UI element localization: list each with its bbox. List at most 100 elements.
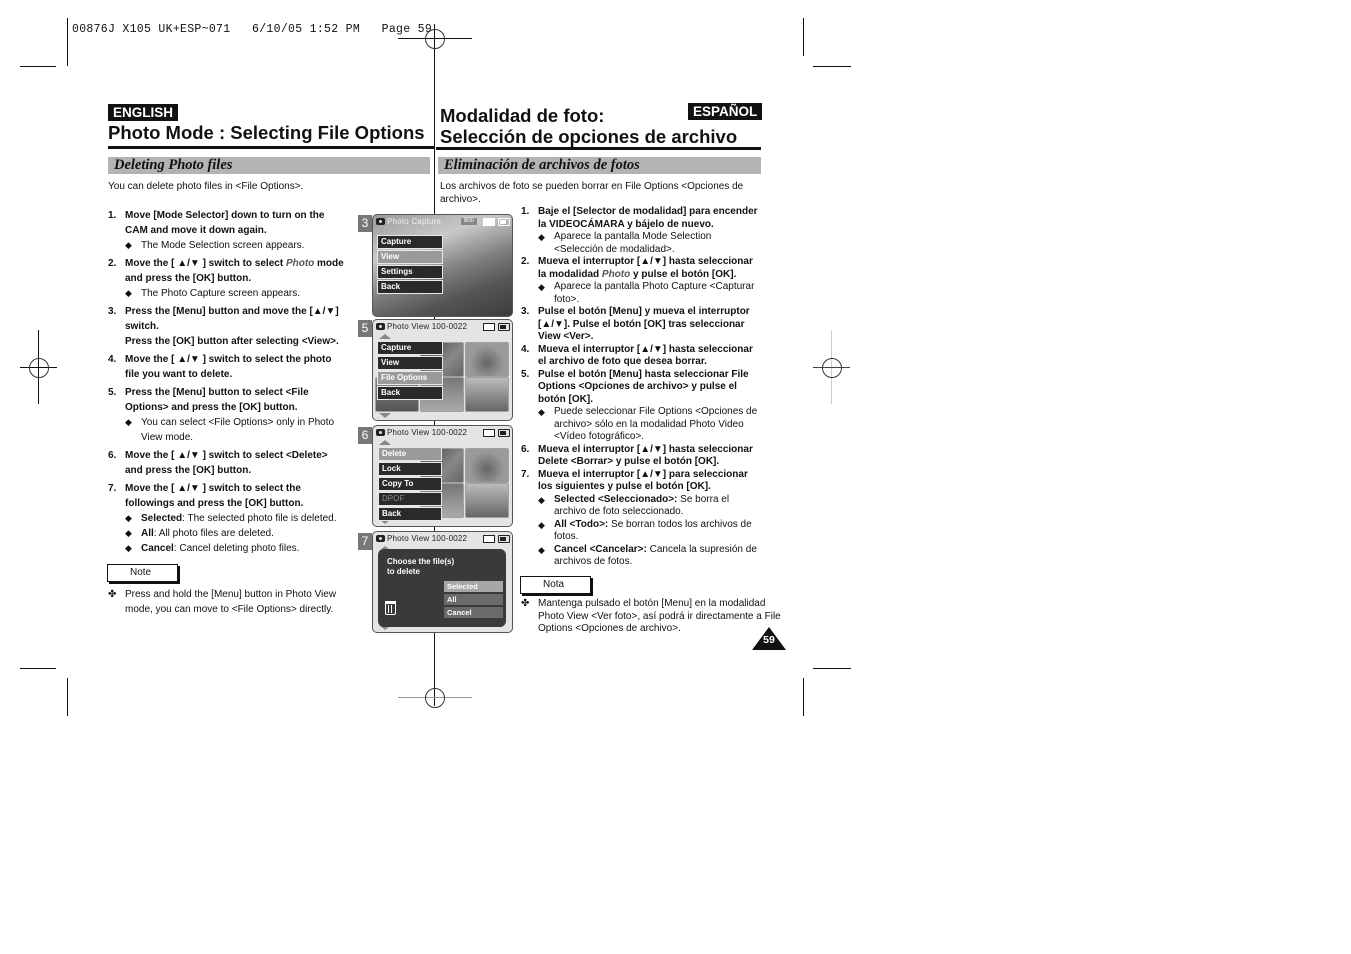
trash-icon bbox=[385, 601, 396, 615]
lcd-screen-photo-capture: Photo Capture 800 Capture View Settings … bbox=[372, 214, 513, 317]
section-heading-spanish: Eliminación de archivos de fotos bbox=[438, 157, 761, 174]
camera-icon bbox=[376, 535, 385, 542]
option-all[interactable]: All bbox=[444, 594, 503, 605]
battery-icon bbox=[498, 429, 510, 437]
step: 2. Mueva el interruptor [▲/▼] hasta sele… bbox=[521, 256, 763, 306]
title-rule bbox=[108, 146, 434, 149]
thumbnail[interactable] bbox=[465, 448, 509, 483]
step-note: ◆ Puede seleccionar File Options <Opcione… bbox=[538, 406, 758, 442]
step: 5. Pulse el botón [Menu] hasta seleccion… bbox=[521, 369, 763, 444]
thumbnail[interactable] bbox=[465, 377, 509, 412]
lcd-screen-photo-view: Photo View 100-0022 Capture View File Op… bbox=[372, 319, 513, 421]
thumbnail[interactable] bbox=[465, 342, 509, 377]
menu-item-capture[interactable]: Capture bbox=[377, 341, 443, 355]
step: 2. Move the [ ▲/▼ ] switch to select Pho… bbox=[108, 256, 348, 301]
crop-mark bbox=[803, 18, 804, 56]
lcd-header: Photo View 100-0022 bbox=[376, 534, 467, 543]
option-cancel[interactable]: Cancel bbox=[444, 607, 503, 618]
screen-number: 6 bbox=[358, 427, 372, 444]
menu-item-back[interactable]: Back bbox=[377, 386, 443, 400]
battery-icon bbox=[498, 535, 510, 543]
camera-icon bbox=[376, 323, 385, 330]
title-rule bbox=[436, 147, 761, 150]
crop-mark bbox=[67, 18, 68, 66]
memory-card-icon bbox=[483, 535, 495, 543]
page-title-english: Photo Mode : Selecting File Options bbox=[108, 122, 425, 143]
step: 7. Mueva el interruptor [▲/▼] para selec… bbox=[521, 469, 763, 569]
print-slug: 00876J X105 UK+ESP~071 6/10/05 1:52 PM P… bbox=[72, 23, 433, 36]
dialog-message: Choose the file(s) to delete bbox=[387, 557, 455, 576]
step-note: ◆ Selected <Seleccionado>: Se borra el ar… bbox=[538, 493, 730, 518]
step: 4. Move the [ ▲/▼ ] switch to select the… bbox=[108, 354, 332, 380]
step-note: ◆ Selected: The selected photo file is de… bbox=[125, 513, 337, 524]
lcd-header: Photo View 100-0022 bbox=[376, 428, 467, 437]
memory-card-icon bbox=[483, 218, 495, 226]
lcd-screen-delete-dialog: Photo View 100-0022 Choose the file(s) t… bbox=[372, 531, 513, 633]
step: 4. Mueva el interruptor [▲/▼] hasta sele… bbox=[521, 343, 753, 368]
crop-mark bbox=[813, 668, 851, 669]
step-note: ◆ Cancel <Cancelar>: Cancela la supresión… bbox=[538, 543, 757, 568]
step: 6. Mueva el interruptor [▲/▼] hasta sele… bbox=[521, 443, 753, 468]
battery-icon bbox=[498, 323, 510, 331]
menu-item-settings[interactable]: Settings bbox=[377, 265, 443, 279]
step: 7. Move the [ ▲/▼ ] switch to select the… bbox=[108, 481, 348, 556]
step: 3. Press the [Menu] button and move the … bbox=[108, 306, 339, 347]
note-text-spanish: ✤ Mantenga pulsado el botón [Menu] en la … bbox=[521, 598, 781, 634]
step: 5. Press the [Menu] button to select <Fi… bbox=[108, 385, 348, 445]
step: 1. Move [Mode Selector] down to turn on … bbox=[108, 208, 348, 253]
lcd-header: Photo View 100-0022 bbox=[376, 322, 467, 331]
lcd-screen-file-options: Photo View 100-0022 Delete Lock Copy To … bbox=[372, 425, 513, 527]
page-number: 59 bbox=[763, 634, 775, 646]
resolution-badge: 800 bbox=[461, 218, 477, 225]
menu-item-view[interactable]: View bbox=[377, 356, 443, 370]
step: 6. Move the [ ▲/▼ ] switch to select <De… bbox=[108, 450, 328, 476]
menu-item-file-options[interactable]: File Options bbox=[377, 371, 443, 385]
intro-english: You can delete photo files in <File Opti… bbox=[108, 181, 304, 192]
step-note: ◆ Cancel: Cancel deleting photo files. bbox=[125, 543, 300, 554]
menu-item-view[interactable]: View bbox=[377, 250, 443, 264]
screen-number: 7 bbox=[358, 533, 372, 550]
crop-mark bbox=[67, 678, 68, 716]
memory-card-icon bbox=[483, 323, 495, 331]
screen-number: 3 bbox=[358, 215, 372, 232]
menu-item-copy-to[interactable]: Copy To bbox=[378, 477, 442, 491]
step-note: ◆ All: All photo files are deleted. bbox=[125, 528, 274, 539]
crop-mark bbox=[803, 678, 804, 716]
lcd-menu: Capture View Settings Back bbox=[377, 235, 443, 295]
step-note: ◆ All <Todo>: Se borran todos los archivo… bbox=[538, 518, 752, 543]
steps-spanish: 1. Baje el [Selector de modalidad] para … bbox=[521, 206, 763, 569]
step-note: ◆ The Mode Selection screen appears. bbox=[125, 240, 305, 251]
memory-card-icon bbox=[483, 429, 495, 437]
menu-item-back[interactable]: Back bbox=[378, 507, 442, 521]
menu-item-delete[interactable]: Delete bbox=[378, 447, 442, 461]
menu-item-back[interactable]: Back bbox=[377, 280, 443, 294]
page-title-spanish: Modalidad de foto: Selección de opciones… bbox=[440, 105, 738, 147]
menu-item-capture[interactable]: Capture bbox=[377, 235, 443, 249]
scroll-down-icon[interactable] bbox=[379, 413, 391, 418]
step-note: ◆ You can select <File Options> only in P… bbox=[125, 417, 335, 443]
note-label-english: Note bbox=[107, 564, 178, 582]
delete-dialog: Choose the file(s) to delete Selected Al… bbox=[378, 549, 506, 627]
section-heading-english: Deleting Photo files bbox=[108, 157, 430, 174]
screen-number: 5 bbox=[358, 320, 372, 337]
step-note: ◆ The Photo Capture screen appears. bbox=[125, 288, 300, 299]
thumbnail[interactable] bbox=[465, 483, 509, 518]
lcd-menu: Delete Lock Copy To DPOF Back bbox=[378, 447, 442, 522]
battery-icon bbox=[498, 218, 510, 226]
step: 1. Baje el [Selector de modalidad] para … bbox=[521, 206, 763, 256]
note-text-english: ✤ Press and hold the [Menu] button in Pho… bbox=[108, 589, 337, 615]
menu-item-dpof: DPOF bbox=[378, 492, 442, 506]
step-note: ◆ Aparece la pantalla Mode Selection <Sel… bbox=[538, 231, 712, 255]
scroll-up-icon[interactable] bbox=[379, 440, 391, 445]
crop-mark bbox=[20, 66, 56, 67]
crop-mark bbox=[813, 66, 851, 67]
step-note: ◆ Aparece la pantalla Photo Capture <Capt… bbox=[538, 281, 755, 305]
scroll-up-icon[interactable] bbox=[379, 334, 391, 339]
language-badge-english: ENGLISH bbox=[108, 104, 179, 121]
crop-mark bbox=[20, 668, 56, 669]
note-label-spanish: Nota bbox=[520, 576, 591, 594]
steps-english: 1. Move [Mode Selector] down to turn on … bbox=[108, 208, 348, 556]
menu-item-lock[interactable]: Lock bbox=[378, 462, 442, 476]
option-selected[interactable]: Selected bbox=[444, 581, 503, 592]
intro-spanish: Los archivos de foto se pueden borrar en… bbox=[440, 181, 744, 205]
